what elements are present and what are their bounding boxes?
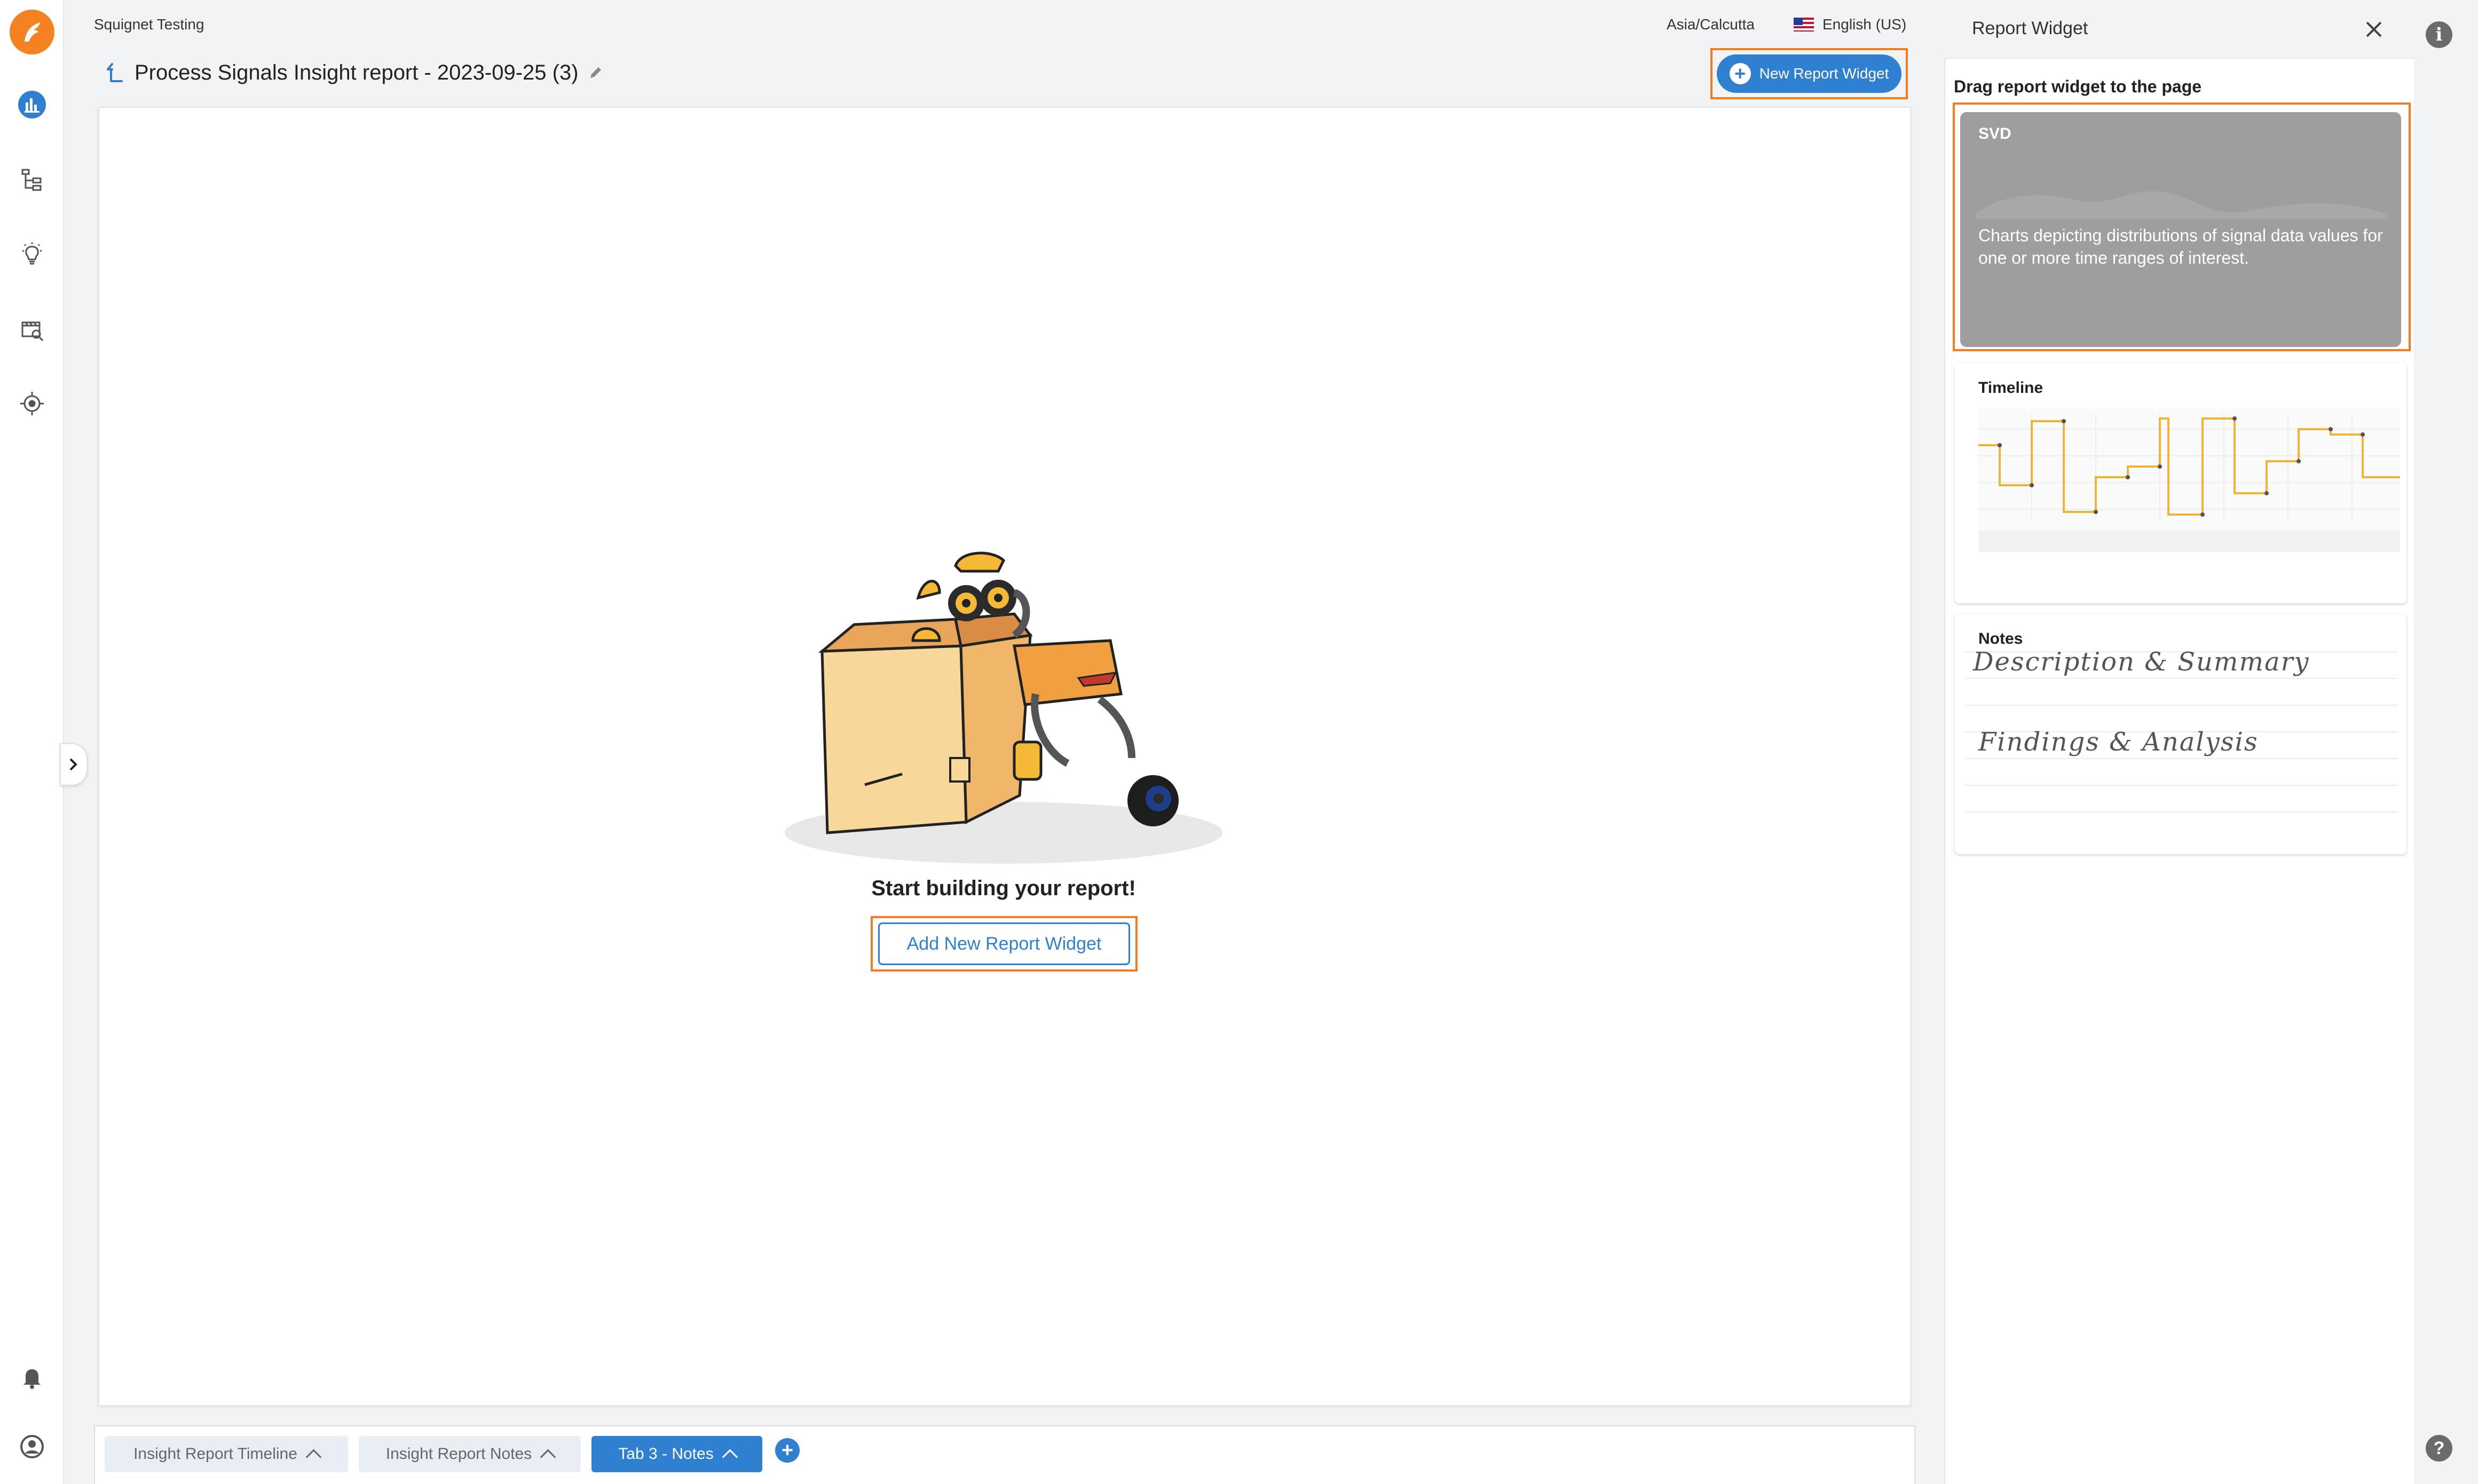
- plus-circle-icon: +: [1729, 63, 1751, 84]
- language-label: English (US): [1822, 16, 1907, 33]
- note-rule: [1964, 811, 2398, 812]
- hierarchy-icon[interactable]: [12, 159, 52, 200]
- report-title-bar: Process Signals Insight report - 2023-09…: [105, 56, 604, 90]
- timezone-selector[interactable]: Asia/Calcutta: [1667, 16, 1755, 33]
- target-icon[interactable]: [12, 383, 52, 424]
- video-search-icon[interactable]: [12, 309, 52, 349]
- help-icon[interactable]: ?: [2426, 1435, 2452, 1462]
- bell-icon[interactable]: [12, 1357, 52, 1398]
- notes-preview-subheading: Findings & Analysis: [1978, 727, 2259, 757]
- nav-rail: [0, 0, 64, 1484]
- new-report-widget-label: New Report Widget: [1759, 65, 1889, 82]
- tab-label: Insight Report Timeline: [133, 1445, 297, 1463]
- svd-widget-label: SVD: [1978, 125, 2011, 143]
- tab-3-notes[interactable]: Tab 3 - Notes: [591, 1436, 762, 1472]
- panel-subtitle: Drag report widget to the page: [1954, 77, 2202, 96]
- edit-pencil-icon[interactable]: [587, 64, 604, 81]
- panel-title: Report Widget: [1972, 18, 2088, 38]
- report-title: Process Signals Insight report - 2023-09…: [135, 60, 579, 84]
- note-rule: [1964, 785, 2398, 786]
- close-icon[interactable]: [2361, 16, 2387, 43]
- tab-label: Tab 3 - Notes: [618, 1445, 714, 1463]
- us-flag-icon: [1794, 18, 1814, 31]
- org-name: Squignet Testing: [94, 16, 204, 33]
- logo-icon[interactable]: [10, 10, 54, 54]
- note-rule: [1964, 705, 2398, 706]
- new-report-widget-button[interactable]: + New Report Widget: [1717, 54, 1901, 93]
- chevron-up-icon[interactable]: [540, 1449, 556, 1465]
- analytics-icon[interactable]: [12, 84, 52, 125]
- expand-sidebar-button[interactable]: [60, 743, 88, 786]
- robot-box-illustration: [785, 551, 1222, 864]
- notes-preview-heading: Description & Summary: [1973, 647, 2310, 677]
- info-icon[interactable]: i: [2426, 21, 2452, 48]
- timeline-widget-label: Timeline: [1978, 379, 2043, 397]
- tab-insight-report-notes[interactable]: Insight Report Notes: [359, 1436, 581, 1472]
- chevron-up-icon[interactable]: [305, 1449, 322, 1465]
- lightbulb-icon[interactable]: [12, 234, 52, 274]
- notes-widget-label: Notes: [1978, 630, 2023, 648]
- chevron-right-icon: [69, 758, 77, 771]
- svd-widget-description: Charts depicting distributions of signal…: [1978, 226, 2383, 267]
- note-rule: [1964, 758, 2398, 759]
- chevron-up-icon[interactable]: [722, 1449, 738, 1465]
- timeline-preview-chart: [1978, 408, 2400, 552]
- add-new-report-widget-button[interactable]: Add New Report Widget: [878, 922, 1130, 965]
- back-arrow-icon[interactable]: [105, 61, 126, 84]
- account-icon[interactable]: [12, 1426, 52, 1467]
- add-tab-button[interactable]: +: [775, 1438, 800, 1463]
- note-rule: [1964, 678, 2398, 679]
- language-selector[interactable]: English (US): [1794, 13, 1906, 36]
- tab-label: Insight Report Notes: [385, 1445, 532, 1463]
- tab-insight-report-timeline[interactable]: Insight Report Timeline: [105, 1436, 348, 1472]
- empty-state-title: Start building your report!: [871, 877, 1136, 900]
